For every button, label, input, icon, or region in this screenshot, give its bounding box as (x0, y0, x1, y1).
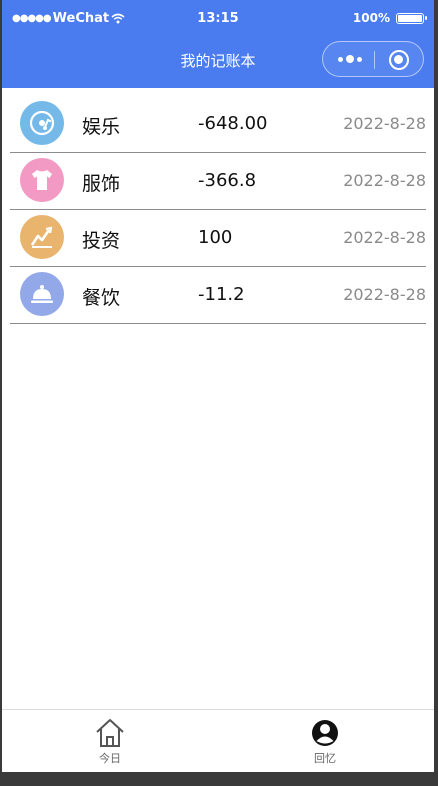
user-avatar-icon (312, 720, 338, 746)
category-icon-bg (20, 158, 64, 202)
more-dot-icon (346, 55, 354, 63)
tab-today-label: 今日 (99, 752, 121, 765)
more-menu-button[interactable] (335, 52, 365, 66)
list-item[interactable]: 投资 100 2022-8-28 (10, 210, 426, 267)
record-list: 娱乐 -648.00 2022-8-28 服饰 -366.8 2022-8-28 (2, 96, 434, 324)
record-date: 2022-8-28 (343, 171, 426, 190)
food-cloche-icon (31, 285, 53, 303)
mini-program-capsule (322, 41, 424, 77)
tab-today[interactable]: 今日 (70, 718, 150, 766)
amount-value: -648.00 (198, 113, 268, 134)
category-label: 投资 (82, 230, 121, 252)
category-label: 娱乐 (82, 116, 121, 138)
trend-chart-icon (30, 226, 53, 248)
category-icon-bg (20, 272, 64, 316)
tshirt-icon (32, 170, 52, 190)
music-disc-icon (29, 110, 55, 136)
list-item[interactable]: 娱乐 -648.00 2022-8-28 (10, 96, 426, 153)
phone-screen: ●●●●● WeChat 13:15 100% 我的记账本 娱乐 -648.00… (2, 0, 434, 772)
amount-value: 100 (198, 227, 233, 248)
list-item[interactable]: 服饰 -366.8 2022-8-28 (10, 153, 426, 210)
status-bar: ●●●●● WeChat 13:15 100% (2, 0, 434, 38)
category-label: 服饰 (82, 173, 121, 195)
battery-percent: 100% (352, 11, 390, 25)
home-icon (96, 719, 124, 747)
amount-value: -366.8 (198, 170, 257, 191)
close-mini-program-button[interactable] (389, 50, 409, 70)
record-date: 2022-8-28 (343, 285, 426, 304)
category-icon-bg (20, 101, 64, 145)
category-label: 餐饮 (82, 287, 121, 309)
category-icon-bg (20, 215, 64, 259)
battery-info: 100% (352, 11, 427, 25)
record-date: 2022-8-28 (343, 114, 426, 133)
nav-bar: 我的记账本 (2, 38, 434, 88)
record-date: 2022-8-28 (343, 228, 426, 247)
capsule-divider (374, 51, 375, 69)
battery-icon (396, 12, 427, 24)
more-dot-icon (357, 56, 362, 62)
tab-memory-label: 回忆 (314, 752, 336, 765)
more-dot-icon (338, 56, 343, 62)
amount-value: -11.2 (198, 284, 245, 305)
tab-memory[interactable]: 回忆 (285, 718, 365, 766)
list-item[interactable]: 餐饮 -11.2 2022-8-28 (10, 267, 426, 324)
tab-bar: 今日 回忆 (2, 709, 434, 772)
